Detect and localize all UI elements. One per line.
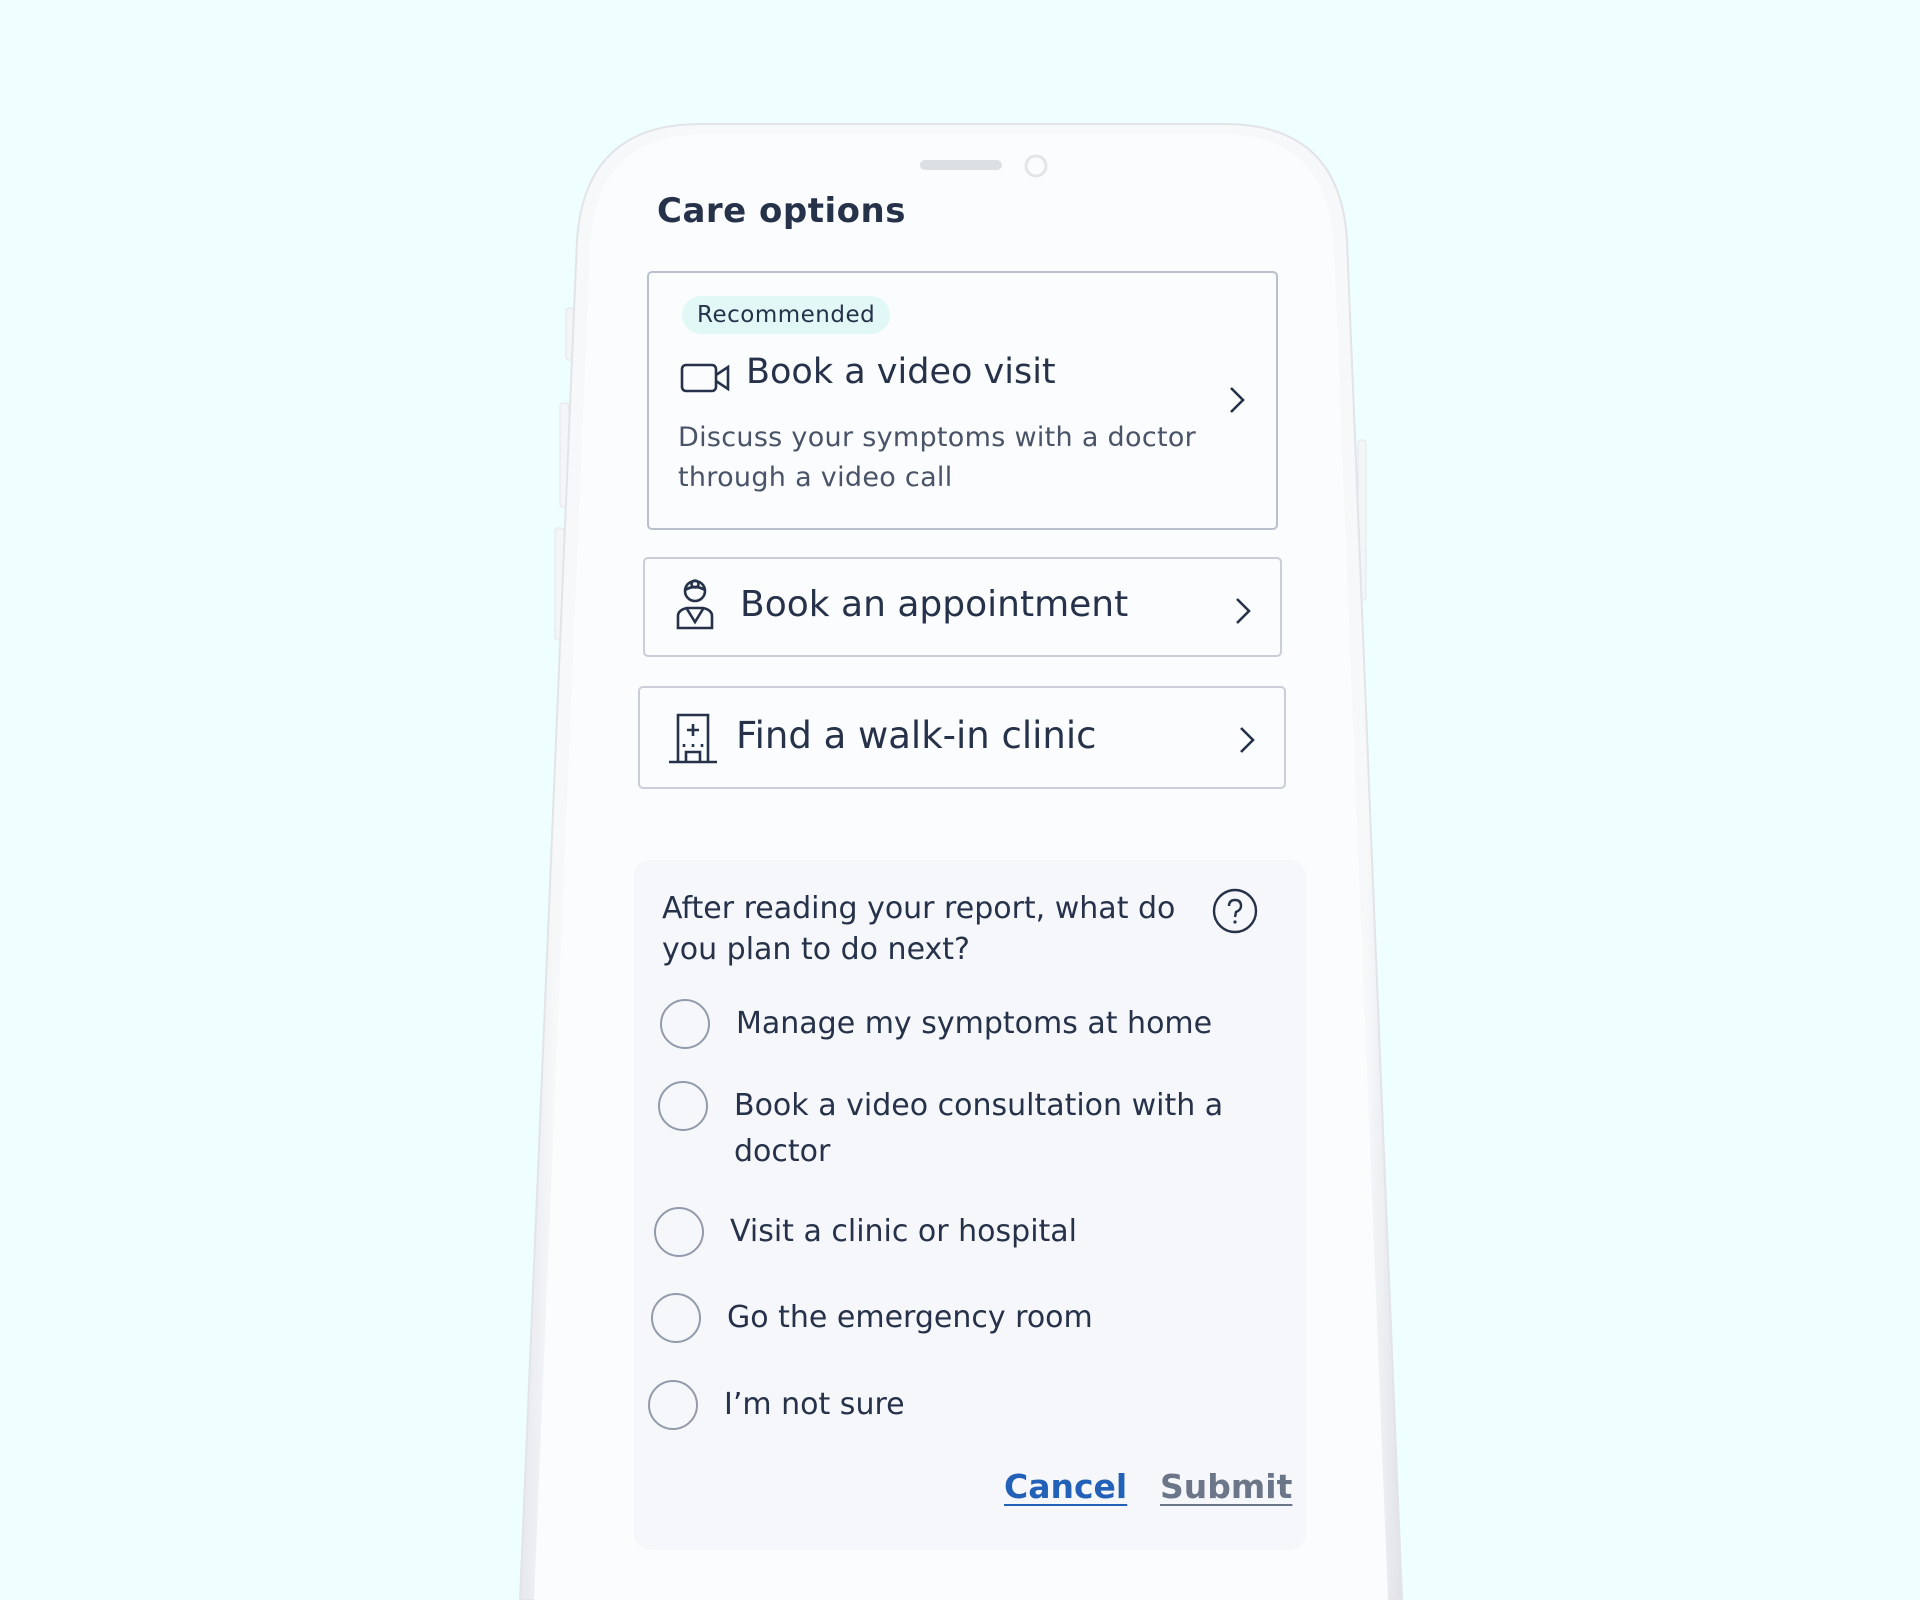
survey-option[interactable]: Go the emergency room [651,1293,1093,1343]
survey-option[interactable]: Book a video consultation with a doctor [658,1081,1258,1175]
survey-option-label: Manage my symptoms at home [736,1006,1213,1041]
doctor-icon [676,579,714,630]
question-circle-icon[interactable] [1211,887,1259,935]
chevron-right-icon [1236,598,1251,624]
care-option-label: Book a video visit [746,352,1056,392]
radio-button[interactable] [648,1380,698,1430]
clinic-building-icon [669,713,717,764]
care-option-label: Find a walk-in clinic [736,714,1097,757]
survey-option-label: Go the emergency room [727,1300,1093,1335]
radio-button[interactable] [658,1081,708,1131]
radio-button[interactable] [654,1207,704,1257]
survey-option[interactable]: I’m not sure [648,1380,905,1430]
phone-speaker [920,160,1002,170]
care-option-description: Discuss your symptoms with a doctor thro… [678,422,1197,493]
submit-button[interactable]: Submit [1160,1467,1292,1506]
radio-button[interactable] [660,999,710,1049]
page-title: Care options [657,191,906,231]
survey-option-label: Book a video consultation with a doctor [734,1088,1224,1169]
survey-option[interactable]: Manage my symptoms at home [660,999,1212,1049]
care-option-label: Book an appointment [740,584,1129,625]
survey-option-label: I’m not sure [724,1387,905,1422]
radio-button[interactable] [651,1293,701,1343]
survey-option-label: Visit a clinic or hospital [730,1214,1078,1249]
survey-option[interactable]: Visit a clinic or hospital [654,1207,1077,1257]
cancel-button[interactable]: Cancel [1004,1467,1127,1506]
survey-question: After reading your report, what do you p… [662,891,1176,967]
recommended-badge: Recommended [682,296,891,334]
video-camera-icon [680,363,730,393]
chevron-right-icon [1230,387,1245,413]
chevron-right-icon [1240,727,1255,753]
